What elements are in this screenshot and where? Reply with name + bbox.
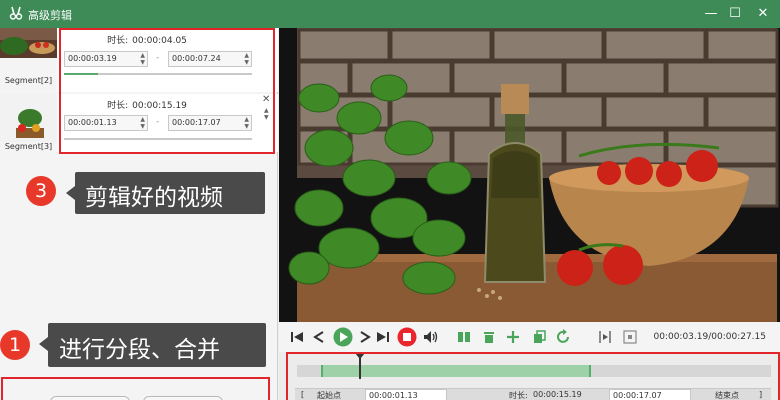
rotate-icon[interactable] (556, 327, 572, 347)
segment-thumbnail[interactable] (0, 28, 57, 58)
playback-time: 00:00:03.19/00:00:27.15 (653, 332, 766, 342)
video-frame (279, 28, 780, 322)
video-preview[interactable] (279, 28, 780, 322)
total-time: 00:00:27.15 (711, 332, 766, 342)
skip-end-icon[interactable] (375, 327, 391, 347)
edited-video-callout: 剪辑好的视频 (66, 172, 265, 214)
merge-button[interactable] (143, 396, 223, 400)
add-icon[interactable] (505, 327, 521, 347)
callout-text: 剪辑好的视频 (85, 185, 223, 211)
advanced-edit-window: 高级剪辑 — ☐ ✕ Segment[2] 时长: 00:00:04.05 00:… (0, 0, 780, 400)
mark-out-icon[interactable] (622, 327, 638, 347)
player-controls: 00:00:03.19/00:00:27.15 (279, 322, 780, 352)
split-button[interactable] (50, 396, 130, 400)
mark-in-icon[interactable] (597, 327, 613, 347)
timeline-panel: [ 起始点 00:00:01.13 时长: 00:00:15.19 00:00:… (279, 352, 780, 400)
copy-icon[interactable] (531, 327, 547, 347)
skip-start-icon[interactable] (289, 327, 305, 347)
minimize-button[interactable]: — (700, 4, 722, 24)
segment-panel: Segment[2] 时长: 00:00:04.05 00:00:03.19 ▲ ▼… (0, 28, 278, 400)
current-time: 00:00:03.19 (653, 332, 709, 342)
maximize-button[interactable]: ☐ (724, 4, 746, 24)
app-logo-icon (9, 6, 23, 20)
segment-thumbnail[interactable] (0, 94, 57, 142)
step-badge: 1 (0, 330, 30, 360)
title-bar: 高级剪辑 — ☐ ✕ (0, 0, 780, 28)
play-icon[interactable] (332, 327, 354, 347)
timeline-highlight (286, 352, 780, 400)
segment-label: Segment[3] (4, 142, 53, 151)
next-frame-icon[interactable] (357, 327, 373, 347)
delete-icon[interactable] (481, 327, 497, 347)
split-merge-callout: 进行分段、合并 (39, 323, 266, 367)
close-button[interactable]: ✕ (752, 4, 774, 24)
window-title: 高级剪辑 (28, 9, 72, 22)
callout-text: 进行分段、合并 (59, 337, 220, 363)
segment-label: Segment[2] (4, 76, 53, 85)
step-badge: 3 (26, 176, 56, 206)
prev-frame-icon[interactable] (311, 327, 327, 347)
bottom-highlight (1, 377, 270, 400)
segments-highlight (59, 28, 275, 154)
volume-icon[interactable] (422, 327, 438, 347)
split-icon[interactable] (456, 327, 472, 347)
stop-icon[interactable] (396, 327, 418, 347)
